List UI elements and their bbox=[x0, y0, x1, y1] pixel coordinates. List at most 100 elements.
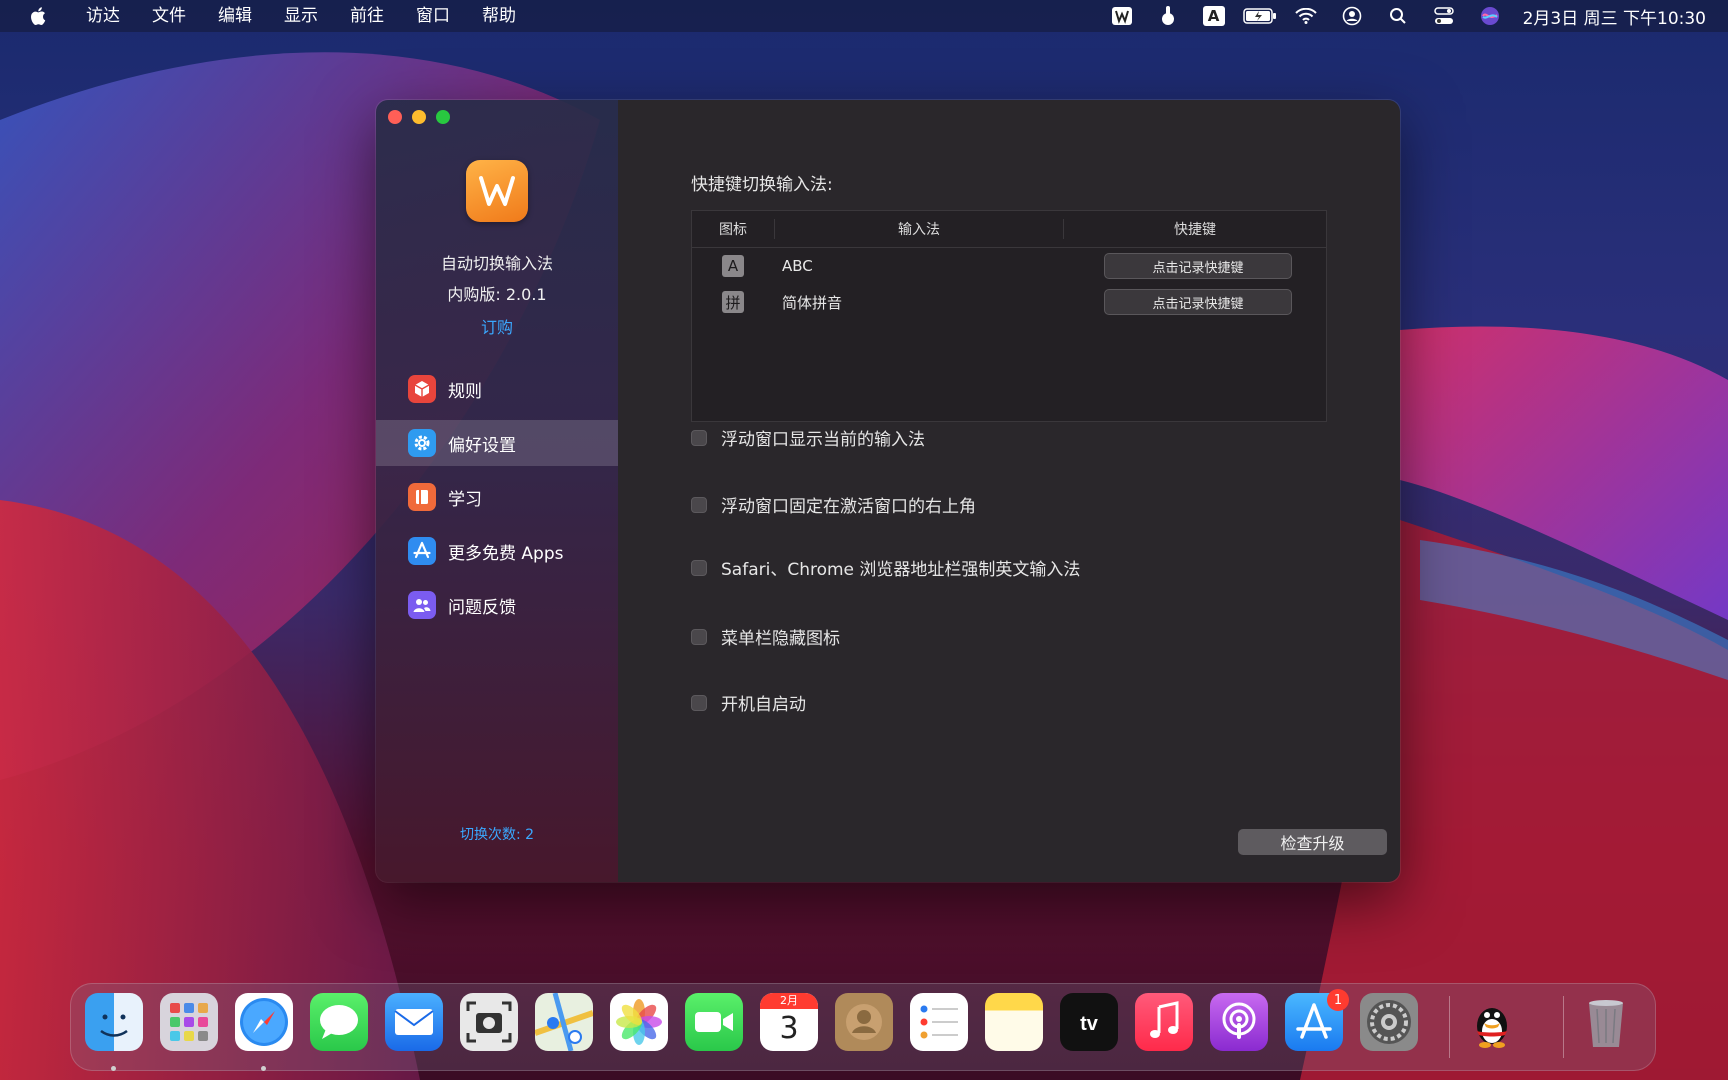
app-store-icon[interactable]: 1 bbox=[1285, 989, 1349, 1051]
svg-text:tv: tv bbox=[1080, 1013, 1099, 1035]
input-source-icon[interactable]: A bbox=[1191, 0, 1237, 32]
checkbox[interactable] bbox=[691, 694, 707, 711]
sidebar: 自动切换输入法 内购版: 2.0.1 订购 规则 偏好设置 学习 更多免费 Ap… bbox=[376, 100, 618, 882]
user-icon[interactable] bbox=[1329, 0, 1375, 32]
option-floating-window-pin: 浮动窗口固定在激活窗口的右上角 bbox=[691, 492, 976, 517]
option-label: Safari、Chrome 浏览器地址栏强制英文输入法 bbox=[721, 560, 1081, 580]
close-button[interactable] bbox=[388, 110, 402, 124]
record-shortcut-button[interactable]: 点击记录快捷键 bbox=[1104, 289, 1292, 315]
column-header-shortcut: 快捷键 bbox=[1174, 222, 1216, 238]
sidebar-item-rules[interactable]: 规则 bbox=[376, 366, 618, 412]
photos-icon[interactable] bbox=[610, 993, 668, 1051]
dock-separator bbox=[1563, 996, 1564, 1058]
menu-bar: 访达 文件 编辑 显示 前往 窗口 帮助 A 2月3日 周三 下午10:30 bbox=[0, 0, 1728, 32]
switch-count: 切换次数: 2 bbox=[459, 827, 535, 843]
option-force-english-address-bar: Safari、Chrome 浏览器地址栏强制英文输入法 bbox=[691, 555, 1080, 580]
reminders-icon[interactable] bbox=[910, 993, 968, 1051]
sidebar-item-feedback[interactable]: 问题反馈 bbox=[376, 582, 618, 628]
notes-icon[interactable] bbox=[985, 993, 1043, 1051]
shortcut-table: 图标 输入法 快捷键 A ABC 点击记录快捷键 拼 简体拼音 点击记录快捷键 bbox=[691, 210, 1327, 422]
safari-icon[interactable] bbox=[235, 993, 293, 1051]
menu-window[interactable]: 窗口 bbox=[400, 0, 466, 32]
calendar-day: 3 bbox=[779, 1011, 799, 1046]
sidebar-item-more-apps[interactable]: 更多免费 Apps bbox=[376, 528, 618, 574]
contacts-icon[interactable] bbox=[835, 993, 893, 1051]
messages-icon[interactable] bbox=[310, 993, 368, 1051]
menu-help[interactable]: 帮助 bbox=[466, 0, 532, 32]
checkbox[interactable] bbox=[691, 628, 707, 645]
table-row: A ABC 点击记录快捷键 bbox=[692, 248, 1326, 284]
option-floating-window-show: 浮动窗口显示当前的输入法 bbox=[691, 425, 925, 450]
facetime-icon[interactable] bbox=[685, 993, 743, 1051]
search-icon[interactable] bbox=[1375, 0, 1421, 32]
sidebar-nav: 规则 偏好设置 学习 更多免费 Apps 问题反馈 bbox=[376, 366, 618, 636]
brightness-icon[interactable] bbox=[1145, 0, 1191, 32]
option-label: 浮动窗口显示当前的输入法 bbox=[721, 430, 925, 450]
calendar-icon[interactable]: 2月 3 bbox=[760, 993, 818, 1051]
menu-finder[interactable]: 访达 bbox=[70, 0, 136, 32]
sidebar-item-label: 问题反馈 bbox=[448, 597, 516, 618]
option-hide-menubar-icon: 菜单栏隐藏图标 bbox=[691, 624, 840, 649]
option-launch-at-login: 开机自启动 bbox=[691, 690, 806, 715]
menu-file[interactable]: 文件 bbox=[136, 0, 202, 32]
app-name: 自动切换输入法 bbox=[440, 254, 553, 273]
mail-icon[interactable] bbox=[385, 993, 443, 1051]
apple-tv-icon[interactable]: tv bbox=[1060, 993, 1118, 1051]
checkbox[interactable] bbox=[691, 429, 707, 446]
app-store-badge: 1 bbox=[1327, 989, 1349, 1011]
launchpad-icon[interactable] bbox=[160, 993, 218, 1051]
people-icon bbox=[408, 591, 436, 619]
minimize-button[interactable] bbox=[412, 110, 426, 124]
maps-icon[interactable] bbox=[534, 992, 594, 1052]
dock: 2月 3 tv 1 bbox=[70, 983, 1656, 1071]
input-method-name: 简体拼音 bbox=[782, 293, 843, 312]
option-label: 菜单栏隐藏图标 bbox=[721, 629, 840, 649]
menu-view[interactable]: 显示 bbox=[268, 0, 334, 32]
gear-icon bbox=[408, 429, 436, 457]
dock-separator bbox=[1449, 996, 1450, 1058]
option-label: 浮动窗口固定在激活窗口的右上角 bbox=[721, 497, 976, 517]
app-store-icon bbox=[408, 537, 436, 565]
finder-icon[interactable] bbox=[85, 993, 143, 1051]
app-w-icon[interactable] bbox=[1099, 0, 1145, 32]
podcasts-icon[interactable] bbox=[1210, 993, 1268, 1051]
check-upgrade-button[interactable]: 检查升级 bbox=[1238, 829, 1387, 855]
book-icon bbox=[408, 483, 436, 511]
qq-icon[interactable] bbox=[1463, 993, 1521, 1051]
buy-link[interactable]: 订购 bbox=[376, 314, 618, 338]
system-preferences-icon[interactable] bbox=[1360, 993, 1418, 1051]
column-header-icon: 图标 bbox=[719, 222, 747, 238]
screenshot-icon[interactable] bbox=[460, 993, 518, 1051]
sidebar-item-label: 学习 bbox=[448, 489, 482, 510]
apple-icon[interactable] bbox=[28, 5, 50, 27]
sidebar-item-learn[interactable]: 学习 bbox=[376, 474, 618, 520]
option-label: 开机自启动 bbox=[721, 695, 806, 715]
menu-edit[interactable]: 编辑 bbox=[202, 0, 268, 32]
app-window: 自动切换输入法 内购版: 2.0.1 订购 规则 偏好设置 学习 更多免费 Ap… bbox=[376, 100, 1400, 882]
trash-icon[interactable] bbox=[1577, 993, 1635, 1051]
pinyin-input-icon: 拼 bbox=[722, 291, 744, 313]
sidebar-item-label: 偏好设置 bbox=[448, 435, 516, 456]
preferences-panel: 快捷键切换输入法: 图标 输入法 快捷键 A ABC 点击记录快捷键 拼 简体拼… bbox=[618, 100, 1400, 882]
zoom-button[interactable] bbox=[436, 110, 450, 124]
control-center-icon[interactable] bbox=[1421, 0, 1467, 32]
running-indicator bbox=[111, 1066, 116, 1071]
table-header: 图标 输入法 快捷键 bbox=[692, 211, 1326, 248]
siri-icon[interactable] bbox=[1467, 0, 1513, 32]
battery-icon[interactable] bbox=[1237, 0, 1283, 32]
running-indicator bbox=[261, 1066, 266, 1071]
app-logo-icon bbox=[466, 160, 528, 222]
abc-input-icon: A bbox=[722, 255, 744, 277]
wifi-icon[interactable] bbox=[1283, 0, 1329, 32]
music-icon[interactable] bbox=[1135, 993, 1193, 1051]
sidebar-item-label: 更多免费 Apps bbox=[448, 543, 564, 564]
menubar-clock[interactable]: 2月3日 周三 下午10:30 bbox=[1523, 4, 1706, 29]
checkbox[interactable] bbox=[691, 496, 707, 513]
record-shortcut-button[interactable]: 点击记录快捷键 bbox=[1104, 253, 1292, 279]
input-source-letter: A bbox=[1202, 6, 1225, 26]
sidebar-item-preferences[interactable]: 偏好设置 bbox=[376, 420, 618, 466]
checkbox[interactable] bbox=[691, 559, 707, 576]
column-header-method: 输入法 bbox=[774, 219, 1064, 239]
menu-go[interactable]: 前往 bbox=[334, 0, 400, 32]
sidebar-item-label: 规则 bbox=[448, 381, 482, 402]
